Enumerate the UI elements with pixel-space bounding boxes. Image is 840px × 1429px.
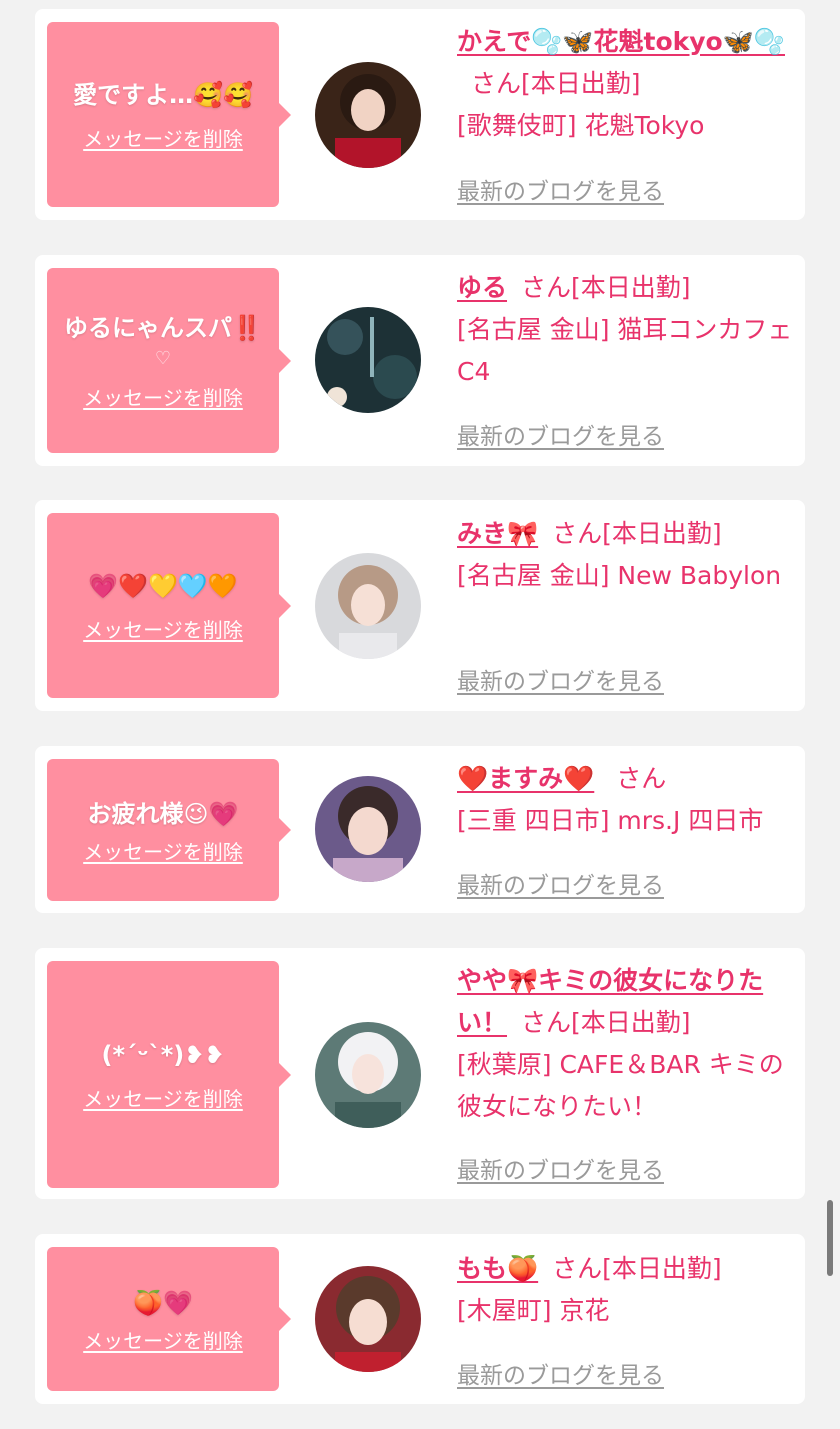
shop-name: [木屋町] 京花 [457, 1296, 610, 1325]
message-card: 💗❤️💛🩵🧡 メッセージを削除 みき🎀 さん[本日出勤] [名古屋 金山] New… [35, 500, 805, 711]
attendance-status: [本日出勤] [602, 519, 722, 548]
girl-info: ❤️ますみ❤️ さん [三重 四日市] mrs.J 四日市 [457, 758, 797, 842]
shop-name: [名古屋 金山] New Babylon [457, 561, 782, 590]
avatar[interactable] [315, 1266, 421, 1372]
message-text: (*ˊᵕˋ*)❥❥ [101, 1041, 225, 1069]
girl-name-link[interactable]: もも🍑 [457, 1254, 538, 1283]
girl-info: みき🎀 さん[本日出勤] [名古屋 金山] New Babylon [457, 513, 797, 597]
san-suffix: さん [552, 1254, 603, 1283]
san-suffix: さん [521, 1008, 572, 1037]
latest-blog-link[interactable]: 最新のブログを見る [457, 417, 664, 451]
message-text: 愛ですよ…🥰🥰 [73, 81, 253, 109]
avatar[interactable] [315, 776, 421, 882]
avatar[interactable] [315, 1022, 421, 1128]
message-bubble: お疲れ様😉💗 メッセージを削除 [47, 759, 291, 901]
message-card: (*ˊᵕˋ*)❥❥ メッセージを削除 やや🎀キミの彼女になりたい！ さん[本日出勤… [35, 948, 805, 1199]
heart-symbol: ♡ [154, 348, 172, 369]
shop-name: [歌舞伎町] 花魁Tokyo [457, 111, 705, 140]
shop-name: [名古屋 金山] 猫耳コンカフェ C4 [457, 315, 793, 386]
girl-name-link[interactable]: ❤️ますみ❤️ [457, 764, 594, 793]
message-bubble: 🍑💗 メッセージを削除 [47, 1247, 291, 1391]
girl-info: もも🍑 さん[本日出勤] [木屋町] 京花 [457, 1248, 797, 1332]
message-text: 💗❤️💛🩵🧡 [88, 572, 238, 600]
message-bubble: ゆるにゃんスパ‼️ ♡ メッセージを削除 [47, 268, 291, 453]
latest-blog-link[interactable]: 最新のブログを見る [457, 172, 664, 206]
latest-blog-link[interactable]: 最新のブログを見る [457, 1356, 664, 1390]
san-suffix: さん [616, 764, 667, 793]
message-card: 🍑💗 メッセージを削除 もも🍑 さん[本日出勤] [木屋町] 京花 最新のブログを… [35, 1234, 805, 1404]
message-card: 愛ですよ…🥰🥰 メッセージを削除 かえで🫧🦋花魁tokyo🦋🫧 さん[本日出勤] … [35, 9, 805, 220]
message-text: お疲れ様😉💗 [87, 799, 239, 828]
shop-name: [秋葉原] CAFE＆BAR キミの彼女になりたい！ [457, 1050, 784, 1121]
girl-info: やや🎀キミの彼女になりたい！ さん[本日出勤] [秋葉原] CAFE＆BAR キミ… [457, 960, 797, 1128]
attendance-status: [本日出勤] [571, 273, 691, 302]
san-suffix: さん [521, 273, 572, 302]
san-suffix: さん [552, 519, 603, 548]
delete-message-button[interactable]: メッセージを削除 [83, 123, 243, 152]
san-suffix: さん [471, 69, 522, 98]
avatar[interactable] [315, 307, 421, 413]
girl-name-link[interactable]: かえで🫧🦋花魁tokyo🦋🫧 [457, 27, 785, 56]
girl-info: かえで🫧🦋花魁tokyo🦋🫧 さん[本日出勤] [歌舞伎町] 花魁Tokyo [457, 21, 797, 147]
latest-blog-link[interactable]: 最新のブログを見る [457, 662, 664, 696]
message-text: ゆるにゃんスパ‼️ [64, 314, 262, 342]
delete-message-button[interactable]: メッセージを削除 [83, 382, 243, 411]
message-bubble: 愛ですよ…🥰🥰 メッセージを削除 [47, 22, 291, 207]
attendance-status: [本日出勤] [521, 69, 641, 98]
attendance-status: [本日出勤] [602, 1254, 722, 1283]
latest-blog-link[interactable]: 最新のブログを見る [457, 1151, 664, 1185]
attendance-status: [本日出勤] [571, 1008, 691, 1037]
message-bubble: (*ˊᵕˋ*)❥❥ メッセージを削除 [47, 961, 291, 1188]
message-card: ゆるにゃんスパ‼️ ♡ メッセージを削除 ゆる さん[本日出勤] [名古屋 金山]… [35, 255, 805, 466]
message-bubble: 💗❤️💛🩵🧡 メッセージを削除 [47, 513, 291, 698]
scrollbar[interactable] [827, 1200, 833, 1276]
delete-message-button[interactable]: メッセージを削除 [83, 1083, 243, 1112]
avatar[interactable] [315, 62, 421, 168]
girl-info: ゆる さん[本日出勤] [名古屋 金山] 猫耳コンカフェ C4 [457, 267, 797, 393]
latest-blog-link[interactable]: 最新のブログを見る [457, 866, 664, 900]
delete-message-button[interactable]: メッセージを削除 [83, 614, 243, 643]
delete-message-button[interactable]: メッセージを削除 [83, 836, 243, 865]
message-card: お疲れ様😉💗 メッセージを削除 ❤️ますみ❤️ さん [三重 四日市] mrs.J… [35, 746, 805, 913]
avatar[interactable] [315, 553, 421, 659]
message-text: 🍑💗 [133, 1288, 193, 1317]
shop-name: [三重 四日市] mrs.J 四日市 [457, 806, 764, 835]
girl-name-link[interactable]: みき🎀 [457, 519, 538, 548]
delete-message-button[interactable]: メッセージを削除 [83, 1325, 243, 1354]
girl-name-link[interactable]: ゆる [457, 273, 507, 302]
